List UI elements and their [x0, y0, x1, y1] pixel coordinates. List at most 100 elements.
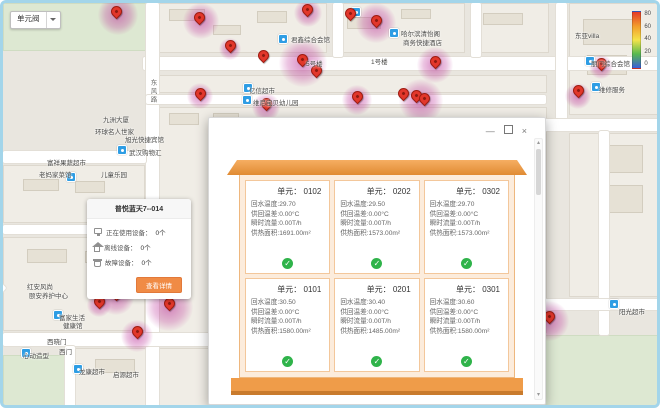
- city-block: [73, 348, 213, 408]
- unit-card-0102: 单元： 0102回水温度:29.70供回温差:0.00°C瞬时流量:0.00T/…: [245, 180, 330, 274]
- legend-tick: 80: [644, 11, 651, 17]
- popup-stat-label: 故障设备：: [105, 257, 138, 267]
- unit-metric: 回水温度:30.60: [425, 298, 508, 308]
- unit-metric: 供回温差:0.00°C: [425, 210, 508, 220]
- status-ok-icon: ✓: [371, 356, 382, 367]
- city-block: [477, 3, 549, 53]
- unit-id: 单元： 0101: [246, 284, 329, 295]
- building: [169, 9, 205, 21]
- unit-metric: 回水温度:29.70: [246, 200, 329, 210]
- building: [257, 11, 287, 23]
- road: [65, 346, 75, 408]
- legend-tick: 40: [644, 36, 651, 42]
- unit-metric: 回水温度:30.50: [246, 298, 329, 308]
- popup-title: 普悦蓝天7--014: [87, 199, 191, 219]
- building: [347, 17, 381, 29]
- scroll-up-icon[interactable]: ▴: [537, 139, 540, 147]
- road: [543, 299, 660, 310]
- popup-stat-label: 离线设备：: [104, 242, 137, 252]
- cabinet-base: [231, 378, 523, 395]
- map-label: 九洲大厦: [103, 117, 129, 124]
- status-ok-icon: ✓: [461, 258, 472, 269]
- unit-metric: 回水温度:29.50: [335, 200, 418, 210]
- scroll-down-icon[interactable]: ▾: [537, 391, 540, 399]
- popup-stat-row: 故障设备：0个: [94, 257, 184, 267]
- close-button[interactable]: ×: [522, 126, 527, 136]
- unit-metric: 供回温差:0.00°C: [425, 308, 508, 318]
- unit-metric: 供热面积:1580.00m²: [246, 327, 329, 337]
- road: [3, 333, 215, 346]
- road: [146, 95, 546, 104]
- unit-metric: 供热面积:1573.00m²: [335, 229, 418, 239]
- building: [603, 185, 643, 213]
- modal-controls: — ×: [486, 125, 527, 136]
- popup-stat-value: 0个: [141, 242, 151, 252]
- map-label: 环球名人世家: [95, 129, 134, 136]
- building: [27, 249, 67, 263]
- fullscreen-icon: [504, 125, 513, 134]
- building: [483, 13, 523, 25]
- fullscreen-button[interactable]: [504, 125, 513, 136]
- unit-metric: 供回温差:0.00°C: [246, 308, 329, 318]
- layer-select[interactable]: 单元阀: [10, 11, 61, 29]
- monitor-icon: [94, 228, 102, 234]
- unit-metric: 供回温差:0.00°C: [246, 210, 329, 220]
- unit-id: 单元： 0102: [246, 186, 329, 197]
- unit-metric: 瞬时流量:0.00T/h: [335, 317, 418, 327]
- unit-metric: 供热面积:1580.00m²: [425, 327, 508, 337]
- popup-stats: 正在使用设备：0个离线设备：0个故障设备：0个: [87, 219, 191, 273]
- road: [543, 119, 660, 131]
- chevron-down-icon[interactable]: [46, 12, 60, 28]
- road: [333, 3, 343, 57]
- road: [3, 151, 146, 163]
- unit-card-0202: 单元： 0202 回水温度:29.50供回温差:0.00°C瞬时流量:0.00T/…: [334, 180, 419, 274]
- building: [603, 145, 643, 173]
- unit-metric: 供热面积:1573.00m²: [425, 229, 508, 239]
- unit-id: 单元： 0302: [425, 186, 508, 197]
- popup-stat-value: 0个: [156, 227, 166, 237]
- legend-tick: 0: [644, 61, 651, 67]
- unit-id: 单元： 0301: [425, 284, 508, 295]
- unit-metric: 供回温差:0.00°C: [335, 210, 418, 220]
- unit-card-0101: 单元： 0101 回水温度:30.50供回温差:0.00°C瞬时流量:0.00T/…: [245, 278, 330, 372]
- unit-metric: 回水温度:29.70: [425, 200, 508, 210]
- unit-card-0201: 单元： 0201回水温度:30.40供回温差:0.00°C瞬时流量:0.00T/…: [334, 278, 419, 372]
- details-modal: — × 单元： 0102回水温度:29.70供回温差:0.00°C瞬时流量:0.…: [208, 117, 546, 405]
- heat-legend: 806040200: [632, 11, 651, 69]
- scroll-thumb[interactable]: [536, 149, 541, 195]
- layer-select-value: 单元阀: [11, 12, 46, 28]
- unit-metric: 瞬时流量:0.00T/h: [425, 317, 508, 327]
- status-ok-icon: ✓: [282, 258, 293, 269]
- minimize-button[interactable]: —: [486, 126, 495, 136]
- unit-id: 单元： 0202: [335, 186, 418, 197]
- unit-metric: 瞬时流量:0.00T/h: [425, 219, 508, 229]
- road: [143, 57, 660, 70]
- legend-tick: 60: [644, 24, 651, 30]
- modal-scrollbar[interactable]: ▴ ▾: [534, 138, 543, 400]
- map-label: 阳光超市: [619, 309, 645, 316]
- legend-gradient: [632, 11, 641, 69]
- building-cabinet: 单元： 0102回水温度:29.70供回温差:0.00°C瞬时流量:0.00T/…: [209, 160, 545, 395]
- app-window: 君鑫综合会馆哈尔滨清怡阁商务快捷酒店东亚villa丽门综合会馆维修服务5号楼1号…: [0, 0, 660, 408]
- popup-stat-row: 离线设备： 0个: [94, 242, 184, 252]
- status-ok-icon: ✓: [461, 356, 472, 367]
- unit-metric: 瞬时流量:0.00T/h: [246, 317, 329, 327]
- building: [213, 25, 241, 35]
- trash-icon: [94, 261, 101, 267]
- unit-metric: 供回温差:0.00°C: [335, 308, 418, 318]
- unit-metric: 瞬时流量:0.00T/h: [335, 219, 418, 229]
- home-icon: [94, 247, 100, 252]
- building: [95, 359, 135, 373]
- unit-metric: 回水温度:30.40: [335, 298, 418, 308]
- city-block: [159, 75, 547, 93]
- building: [169, 113, 199, 125]
- legend-tick-labels: 806040200: [644, 11, 651, 67]
- unit-card-0301: 单元： 0301 回水温度:30.60供回温差:0.00°C瞬时流量:0.00T/…: [424, 278, 509, 372]
- park-area: [3, 355, 67, 408]
- road: [556, 3, 567, 121]
- cabinet-top-shelf: [227, 160, 527, 175]
- building: [75, 181, 105, 193]
- view-details-button[interactable]: 查看详情: [136, 277, 182, 293]
- unit-metric: 供热面积:1691.00m²: [246, 229, 329, 239]
- building: [583, 19, 633, 45]
